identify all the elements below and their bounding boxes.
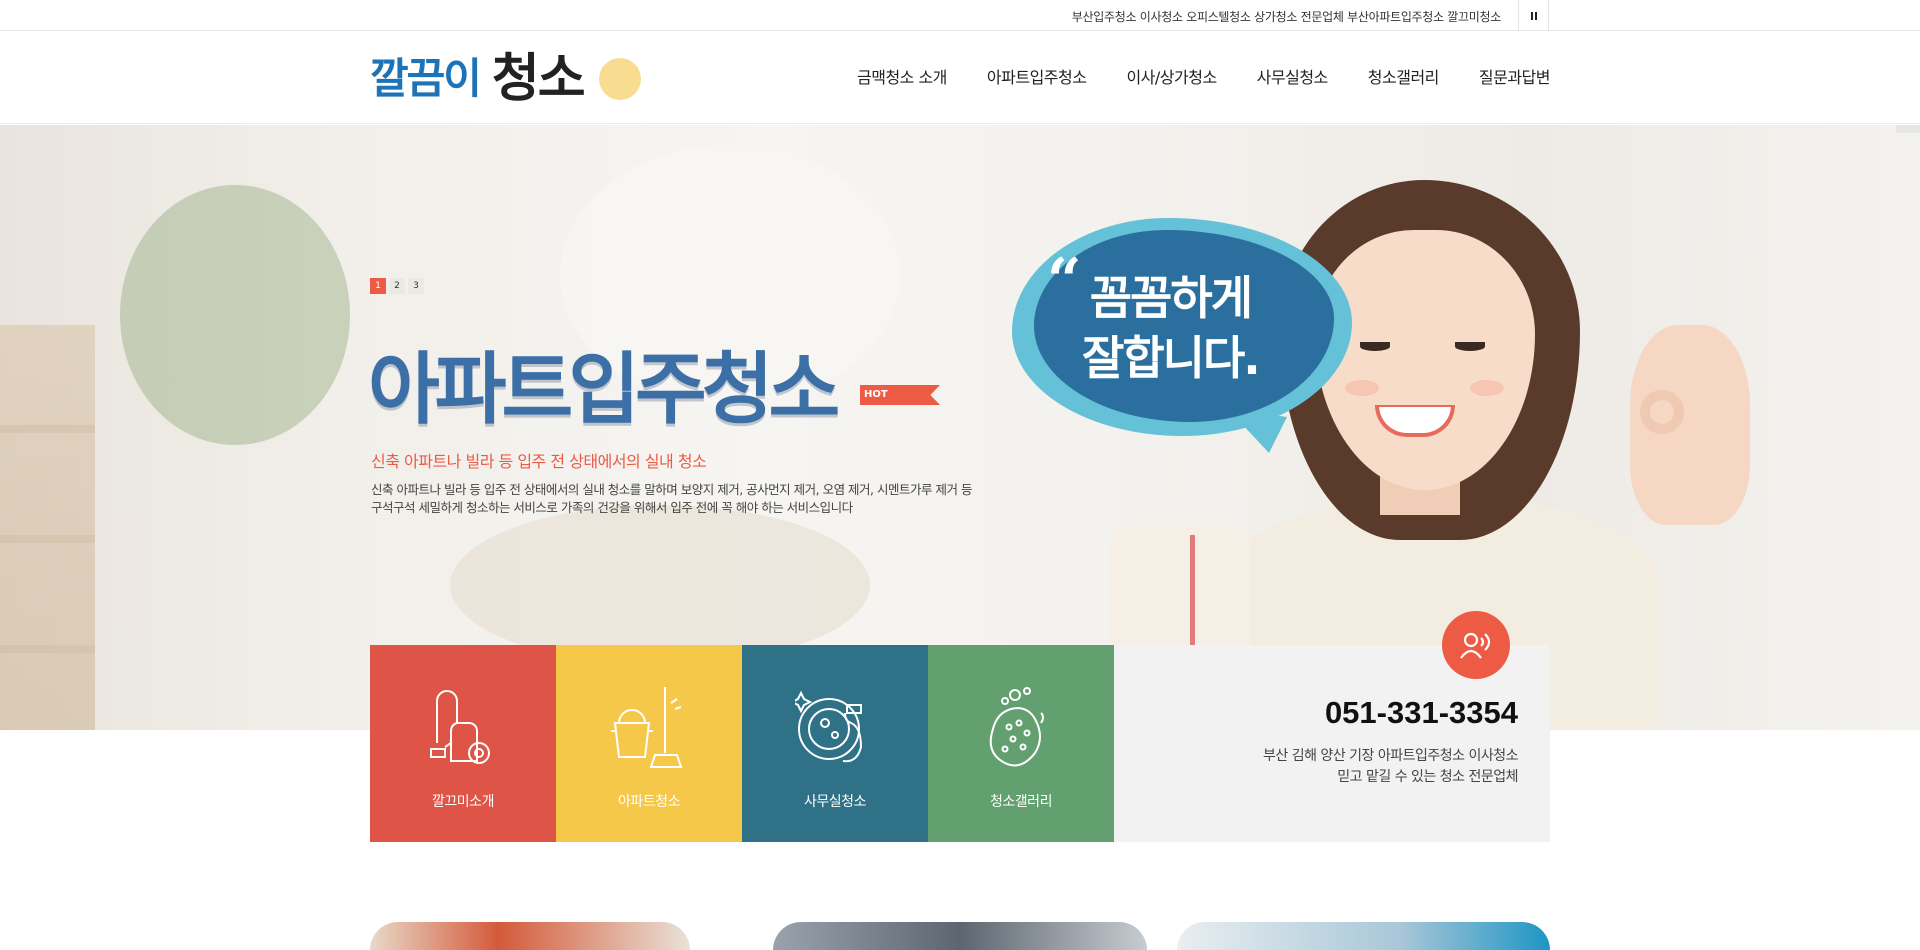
gallery-preview-strip (370, 922, 1550, 950)
background-plant (120, 185, 350, 445)
gallery-thumbnail[interactable] (1177, 922, 1550, 950)
hero-description-line: 신축 아파트나 빌라 등 입주 전 상태에서의 실내 청소를 말하며 보양지 제… (371, 482, 972, 497)
site-logo[interactable]: 깔끔이 청소 (370, 49, 641, 109)
service-tile-apartment[interactable]: 아파트청소 (556, 645, 742, 842)
hero-banner: “ 꼼꼼하게 잘합니다. 1 2 3 아파트입주청소 HOT 신축 아파트나 빌… (0, 125, 1920, 730)
nav-item-qna[interactable]: 질문과답변 (1479, 64, 1551, 88)
service-tile-office[interactable]: 사무실청소 (742, 645, 928, 842)
contact-box: 051-331-3354 부산 김해 양산 기장 아파트입주청소 이사청소 믿고… (1114, 611, 1550, 842)
marquee-pause-button[interactable] (1518, 0, 1549, 31)
hot-badge: HOT (860, 385, 940, 405)
service-tile-about[interactable]: 깔끄미소개 (370, 645, 556, 842)
nav-item-office[interactable]: 사무실청소 (1257, 64, 1329, 88)
hero-description-line: 구석구석 세밀하게 청소하는 서비스로 가족의 건강을 위해서 입주 전에 꼭 … (371, 500, 853, 515)
background-blur (450, 505, 870, 665)
logo-text-primary: 깔끔이 (370, 54, 482, 103)
contact-description-line: 부산 김해 양산 기장 아파트입주청소 이사청소 (1263, 748, 1518, 764)
service-label: 청소갤러리 (990, 794, 1052, 810)
quote-mark: “ (1047, 246, 1082, 316)
service-label: 아파트청소 (618, 794, 680, 810)
topbar-marquee-text: 부산입주청소 이사청소 오피스텔청소 상가청소 전문업체 부산아파트입주청소 깔… (1071, 10, 1502, 24)
pause-icon (1530, 11, 1537, 20)
nav-item-gallery[interactable]: 청소갤러리 (1368, 64, 1440, 88)
nav-item-moving-store[interactable]: 이사/상가청소 (1126, 64, 1217, 88)
contact-description-line: 믿고 맡길 수 있는 청소 전문업체 (1337, 769, 1518, 785)
hero-description: 신축 아파트나 빌라 등 입주 전 상태에서의 실내 청소를 말하며 보양지 제… (371, 481, 1051, 517)
contact-phone-number[interactable]: 051-331-3354 (1325, 695, 1518, 731)
bucket-mop-icon (611, 687, 683, 768)
service-shortcuts: 깔끄미소개 아파트청소 사무실청소 청소갤러리 051-331-3354 부산 … (370, 611, 1550, 842)
slide-dot-1[interactable]: 1 (370, 278, 386, 294)
bubble-line-1: 꼼꼼하게 (1089, 271, 1253, 325)
main-nav: 금맥청소 소개 아파트입주청소 이사/상가청소 사무실청소 청소갤러리 질문과답… (857, 64, 1551, 88)
hero-title: 아파트입주청소 (368, 345, 840, 435)
bubble-line-2: 잘합니다. (1082, 331, 1261, 385)
site-header: 깔끔이 청소 금맥청소 소개 아파트입주청소 이사/상가청소 사무실청소 청소갤… (0, 31, 1920, 124)
nav-item-apartment-move-in[interactable]: 아파트입주청소 (987, 64, 1087, 88)
gallery-thumbnail[interactable] (370, 922, 690, 950)
slide-dot-2[interactable]: 2 (389, 278, 405, 294)
logo-text-secondary: 청소 (491, 49, 586, 109)
hot-badge-text: HOT (864, 389, 888, 400)
top-utility-bar: 부산입주청소 이사청소 오피스텔청소 상가청소 전문업체 부산아파트입주청소 깔… (0, 0, 1920, 31)
phone-call-icon[interactable] (1442, 611, 1510, 679)
hero-subtitle: 신축 아파트나 빌라 등 입주 전 상태에서의 실내 청소 (371, 452, 707, 471)
soap-sponge-icon (989, 687, 1044, 767)
nav-item-about[interactable]: 금맥청소 소개 (857, 64, 947, 88)
slide-pager: 1 2 3 (370, 278, 424, 294)
dish-sponge-icon (795, 690, 863, 763)
service-label: 깔끄미소개 (432, 794, 494, 810)
background-shelf (0, 325, 95, 730)
bubble-text: 꼼꼼하게 잘합니다. (1082, 268, 1261, 388)
vacuum-cleaner-icon (430, 690, 490, 764)
logo-sun-icon (599, 58, 641, 100)
hero-scroll-indicator (1896, 125, 1920, 133)
gallery-thumbnail[interactable] (773, 922, 1147, 950)
slide-dot-3[interactable]: 3 (408, 278, 424, 294)
service-tile-gallery[interactable]: 청소갤러리 (928, 645, 1114, 842)
speech-bubble: “ 꼼꼼하게 잘합니다. (1012, 218, 1352, 453)
service-label: 사무실청소 (804, 794, 866, 810)
